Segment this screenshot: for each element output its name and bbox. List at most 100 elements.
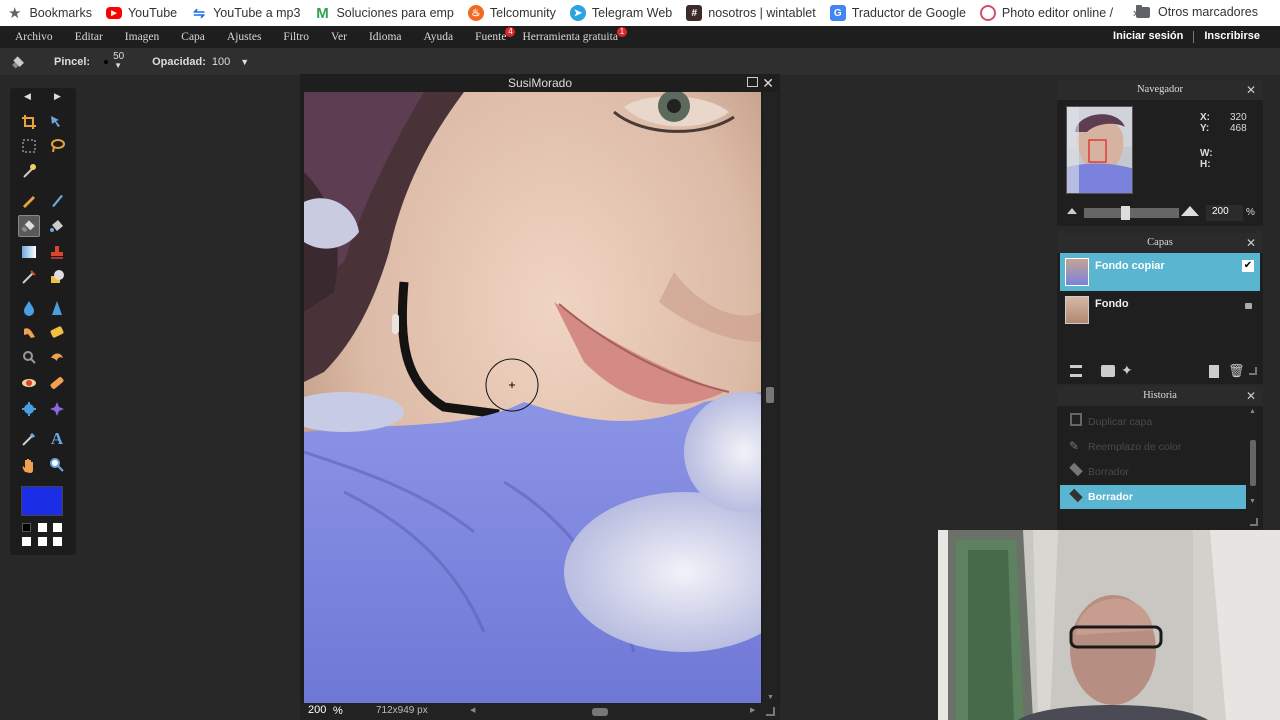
collapse-left-arrow-icon[interactable]: ◀	[24, 91, 31, 102]
bookmark-item-photo-editor[interactable]: Photo editor online /	[979, 5, 1113, 21]
burn-tool-icon[interactable]	[46, 346, 68, 368]
zoom-tool-icon[interactable]	[46, 454, 68, 476]
layer-visible-checkbox[interactable]: ✔	[1242, 260, 1254, 272]
color-swatch-white[interactable]	[53, 523, 62, 532]
color-swatch-white[interactable]	[38, 523, 47, 532]
sponge-tool-icon[interactable]	[46, 321, 68, 343]
bookmark-item-telcomunity[interactable]: ♨ Telcomunity	[467, 5, 556, 21]
menu-ajustes[interactable]: Ajustes	[227, 31, 262, 43]
bookmark-item-bookmarks[interactable]: ★ Bookmarks	[8, 4, 92, 22]
zoom-in-mountain-icon[interactable]	[1181, 206, 1199, 216]
bookmark-item-youtube[interactable]: ▶ YouTube	[105, 6, 177, 20]
canvas-titlebar[interactable]: SusiMorado ✕	[300, 74, 780, 92]
clone-stamp-icon[interactable]	[46, 241, 68, 263]
zoom-slider[interactable]	[1084, 208, 1179, 218]
bookmark-item-soluciones[interactable]: M Soluciones para emp	[314, 5, 454, 22]
color-swatch-white[interactable]	[22, 537, 31, 546]
scroll-down-arrow-icon[interactable]: ▼	[767, 694, 774, 701]
color-swatch-black[interactable]	[22, 523, 31, 532]
bookmark-item-traductor[interactable]: G Traductor de Google	[829, 5, 966, 21]
close-icon[interactable]: ✕	[1246, 386, 1256, 406]
layer-effects-icon[interactable]: ✦	[1121, 362, 1133, 379]
history-header[interactable]: Historia ✕	[1057, 386, 1263, 406]
gradient-tool-icon[interactable]	[18, 241, 40, 263]
paint-bucket-icon[interactable]	[46, 215, 68, 237]
resize-grip-icon[interactable]	[1250, 518, 1258, 526]
bookmark-item-youtube-mp3[interactable]: ⇋ YouTube a mp3	[191, 5, 300, 21]
maximize-icon[interactable]	[747, 77, 758, 87]
horizontal-scroll-thumb[interactable]	[592, 708, 608, 716]
dodge-tool-icon[interactable]	[18, 346, 40, 368]
eraser-tool-icon[interactable]	[18, 215, 40, 237]
close-icon[interactable]: ✕	[1246, 80, 1256, 100]
layer-row[interactable]: Fondo copiar ✔	[1060, 253, 1260, 291]
resize-grip-icon[interactable]	[1249, 367, 1257, 375]
menu-editar[interactable]: Editar	[75, 31, 103, 43]
menu-archivo[interactable]: Archivo	[15, 31, 53, 43]
menu-herramienta-gratuita[interactable]: Herramienta gratuita 1	[522, 27, 627, 43]
move-tool-icon[interactable]	[46, 111, 68, 133]
primary-color-swatch[interactable]	[21, 486, 63, 516]
scroll-right-arrow-icon[interactable]: ▶	[750, 706, 755, 714]
pencil-tool-icon[interactable]	[18, 189, 40, 211]
navigator-thumbnail[interactable]	[1066, 106, 1133, 194]
layer-settings-icon[interactable]	[1070, 365, 1082, 377]
history-item[interactable]: Duplicar capa	[1060, 411, 1246, 433]
zoom-input[interactable]: 200	[1206, 205, 1243, 221]
brush-size-picker[interactable]: 50 ▼	[100, 51, 128, 72]
color-swatch-white[interactable]	[38, 537, 47, 546]
color-picker-icon[interactable]	[18, 428, 40, 450]
scroll-up-arrow-icon[interactable]: ▲	[1249, 408, 1256, 415]
scroll-left-arrow-icon[interactable]: ◀	[470, 706, 475, 714]
scroll-down-arrow-icon[interactable]: ▼	[1249, 498, 1256, 505]
brush-tool-icon[interactable]	[46, 189, 68, 211]
magic-wand-icon[interactable]	[18, 160, 40, 182]
layer-mask-icon[interactable]	[1101, 365, 1115, 377]
signup-link[interactable]: Inscribirse	[1204, 30, 1260, 43]
red-eye-icon[interactable]	[18, 372, 40, 394]
history-item[interactable]: Borrador	[1060, 461, 1246, 483]
trash-icon[interactable]: 🗑	[1228, 363, 1245, 379]
menu-fuente[interactable]: Fuente 4	[475, 27, 516, 43]
opacity-dropdown-icon[interactable]: ▼	[240, 57, 249, 67]
zoom-value[interactable]: 200	[308, 704, 326, 716]
layer-row[interactable]: Fondo	[1060, 291, 1260, 329]
vertical-scrollbar[interactable]: ▼	[763, 92, 778, 703]
expand-right-arrow-icon[interactable]: ▶	[54, 91, 61, 102]
menu-ayuda[interactable]: Ayuda	[424, 31, 454, 43]
bookmark-item-telegram[interactable]: ➤ Telegram Web	[569, 5, 672, 21]
sharpen-cone-icon[interactable]	[46, 297, 68, 319]
new-layer-icon[interactable]	[1209, 365, 1219, 378]
spot-heal-icon[interactable]	[46, 372, 68, 394]
resize-grip-icon[interactable]	[766, 707, 775, 716]
crop-tool-icon[interactable]	[18, 111, 40, 133]
bookmark-item-wintablet[interactable]: # nosotros | wintablet	[686, 5, 816, 21]
text-tool-icon[interactable]: A	[46, 428, 68, 450]
pinch-tool-icon[interactable]	[46, 398, 68, 420]
image-canvas[interactable]	[304, 92, 761, 703]
opacity-value[interactable]: 100	[212, 56, 230, 68]
history-item[interactable]: ✎ Reemplazo de color	[1060, 436, 1246, 458]
zoom-slider-thumb[interactable]	[1121, 206, 1130, 220]
login-link[interactable]: Iniciar sesión	[1113, 30, 1183, 43]
color-replace-icon[interactable]	[18, 266, 40, 288]
other-bookmarks-button[interactable]: Otros marcadores	[1135, 4, 1258, 19]
bloat-tool-icon[interactable]	[18, 398, 40, 420]
menu-idioma[interactable]: Idioma	[369, 31, 402, 43]
hand-tool-icon[interactable]	[18, 454, 40, 476]
color-swatch-white[interactable]	[53, 537, 62, 546]
navigator-header[interactable]: Navegador ✕	[1057, 80, 1263, 100]
smudge-finger-icon[interactable]	[18, 321, 40, 343]
lasso-tool-icon[interactable]	[46, 135, 68, 157]
scroll-thumb[interactable]	[766, 387, 774, 403]
blur-drop-icon[interactable]	[18, 297, 40, 319]
draw-shape-icon[interactable]	[46, 266, 68, 288]
close-icon[interactable]: ✕	[762, 74, 774, 92]
history-scrollbar[interactable]: ▲ ▼	[1248, 408, 1258, 510]
menu-filtro[interactable]: Filtro	[283, 31, 309, 43]
history-item-active[interactable]: Borrador	[1060, 485, 1246, 509]
menu-capa[interactable]: Capa	[181, 31, 205, 43]
close-icon[interactable]: ✕	[1246, 233, 1256, 253]
menu-ver[interactable]: Ver	[331, 31, 347, 43]
menu-imagen[interactable]: Imagen	[125, 31, 159, 43]
